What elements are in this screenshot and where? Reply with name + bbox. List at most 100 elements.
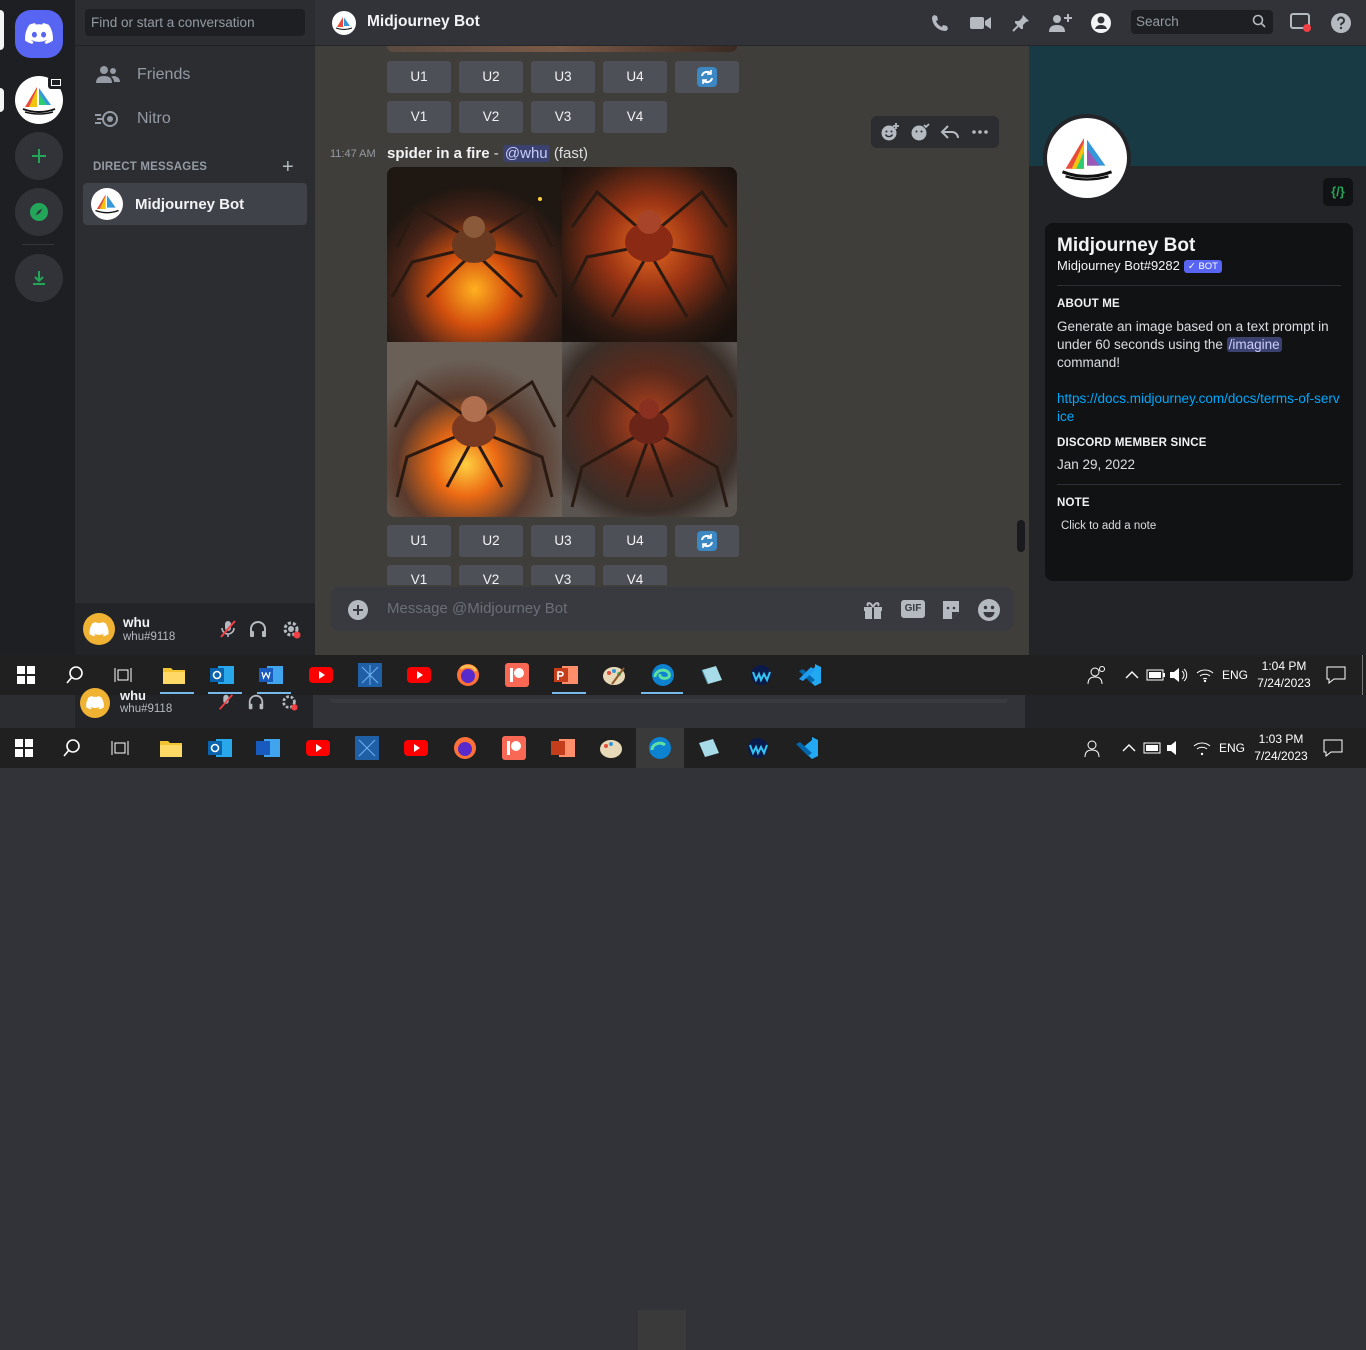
vscode-icon[interactable] [795, 736, 819, 760]
upscale-3-button[interactable]: U3 [531, 525, 595, 557]
taskbar-clock[interactable]: 1:04 PM 7/24/2023 [1252, 658, 1316, 692]
message-input[interactable]: Message @Midjourney Bot GIF [331, 587, 1013, 631]
variation-1-button[interactable]: V1 [387, 101, 451, 133]
language-indicator[interactable]: ENG [1219, 741, 1245, 755]
reply-icon[interactable] [940, 122, 960, 142]
terms-link[interactable]: https://docs.midjourney.com/docs/terms-o… [1057, 390, 1341, 426]
firefox-icon[interactable] [456, 663, 480, 687]
download-apps-button[interactable] [15, 254, 63, 302]
upscale-2-button[interactable]: U2 [459, 61, 523, 93]
variation-4-button[interactable]: V4 [603, 565, 667, 585]
windows-start-icon[interactable] [12, 736, 36, 760]
outlook-icon[interactable] [208, 736, 232, 760]
video-call-icon[interactable] [969, 11, 993, 35]
previous-image-grid[interactable] [387, 46, 737, 52]
more-options-icon[interactable] [970, 122, 990, 142]
chat-scrollbar[interactable] [1017, 520, 1025, 552]
patreon-icon[interactable] [505, 663, 529, 687]
paint-icon[interactable] [599, 736, 623, 760]
reroll-button[interactable] [675, 525, 739, 557]
upscale-2-button[interactable]: U2 [459, 525, 523, 557]
inbox-icon[interactable] [1289, 11, 1313, 35]
nitro-nav-item[interactable]: Nitro [83, 98, 307, 140]
battery-icon[interactable] [1141, 736, 1165, 760]
add-server-button[interactable] [15, 132, 63, 180]
patreon-icon[interactable] [502, 736, 526, 760]
app-reaction-icon[interactable] [910, 122, 930, 142]
note-input[interactable]: Click to add a note [1061, 520, 1341, 532]
generated-image-grid[interactable] [387, 167, 737, 517]
network-app-icon[interactable] [358, 663, 382, 687]
friends-nav-item[interactable]: Friends [83, 54, 307, 96]
outlook-icon[interactable] [210, 663, 234, 687]
webex-icon[interactable] [749, 663, 773, 687]
discord-home-button[interactable] [15, 10, 63, 58]
youtube-icon[interactable] [309, 663, 333, 687]
active-developer-badge-icon[interactable]: {/} [1323, 178, 1353, 206]
wifi-icon[interactable] [1190, 736, 1214, 760]
taskbar-search-icon[interactable] [63, 663, 87, 687]
powerpoint-icon[interactable] [551, 736, 575, 760]
dm-item-midjourney-bot[interactable]: Midjourney Bot [83, 183, 307, 225]
show-desktop-button[interactable] [1362, 655, 1363, 695]
edge-icon[interactable] [648, 736, 672, 760]
firefox-icon[interactable] [453, 736, 477, 760]
user-mention[interactable]: @whu [502, 145, 550, 162]
volume-icon[interactable] [1164, 736, 1188, 760]
pin-icon[interactable] [1009, 11, 1033, 35]
word-icon[interactable] [259, 663, 283, 687]
notes-app-icon[interactable] [697, 736, 721, 760]
battery-icon[interactable] [1144, 663, 1168, 687]
user-avatar[interactable] [83, 613, 115, 645]
variation-3-button[interactable]: V3 [531, 565, 595, 585]
gift-icon[interactable] [862, 599, 884, 621]
help-icon[interactable] [1329, 11, 1353, 35]
file-explorer-icon[interactable] [159, 736, 183, 760]
variation-2-button[interactable]: V2 [459, 565, 523, 585]
network-app-icon[interactable] [355, 736, 379, 760]
add-reaction-icon[interactable] [880, 122, 900, 142]
notifications-icon[interactable] [1321, 736, 1345, 760]
add-friend-icon[interactable] [1049, 11, 1073, 35]
taskbar-clock[interactable]: 1:03 PM 7/24/2023 [1249, 731, 1313, 765]
gif-icon[interactable]: GIF [901, 600, 925, 618]
imagine-command[interactable]: /imagine [1226, 337, 1282, 352]
file-explorer-icon[interactable] [162, 663, 186, 687]
youtube-icon[interactable] [306, 736, 330, 760]
variation-2-button[interactable]: V2 [459, 101, 523, 133]
sticker-icon[interactable] [940, 599, 962, 621]
variation-3-button[interactable]: V3 [531, 101, 595, 133]
wifi-icon[interactable] [1193, 663, 1217, 687]
word-icon[interactable] [256, 736, 280, 760]
notes-app-icon[interactable] [700, 663, 724, 687]
upscale-4-button[interactable]: U4 [603, 61, 667, 93]
variation-4-button[interactable]: V4 [603, 101, 667, 133]
reroll-button[interactable] [675, 61, 739, 93]
upscale-4-button[interactable]: U4 [603, 525, 667, 557]
notifications-icon[interactable] [1324, 663, 1348, 687]
task-view-icon[interactable] [111, 663, 135, 687]
edge-icon[interactable] [651, 663, 675, 687]
headphones-icon[interactable] [248, 619, 268, 639]
youtube-icon[interactable] [407, 663, 431, 687]
taskbar-search-icon[interactable] [60, 736, 84, 760]
chevron-up-icon[interactable] [1120, 663, 1144, 687]
vscode-icon[interactable] [798, 663, 822, 687]
volume-icon[interactable] [1167, 663, 1191, 687]
task-view-icon[interactable] [108, 736, 132, 760]
settings-gear-icon[interactable] [281, 619, 301, 639]
youtube-icon[interactable] [404, 736, 428, 760]
variation-1-button[interactable]: V1 [387, 565, 451, 585]
chevron-up-icon[interactable] [1117, 736, 1141, 760]
upscale-1-button[interactable]: U1 [387, 61, 451, 93]
emoji-icon[interactable] [977, 598, 1001, 622]
profile-avatar[interactable] [1043, 114, 1131, 202]
powerpoint-icon[interactable] [554, 663, 578, 687]
mute-mic-icon[interactable] [218, 619, 238, 639]
people-icon[interactable] [1082, 736, 1106, 760]
upscale-1-button[interactable]: U1 [387, 525, 451, 557]
upload-plus-icon[interactable] [347, 599, 369, 621]
explore-button[interactable] [15, 188, 63, 236]
webex-icon[interactable] [746, 736, 770, 760]
language-indicator[interactable]: ENG [1222, 668, 1248, 682]
